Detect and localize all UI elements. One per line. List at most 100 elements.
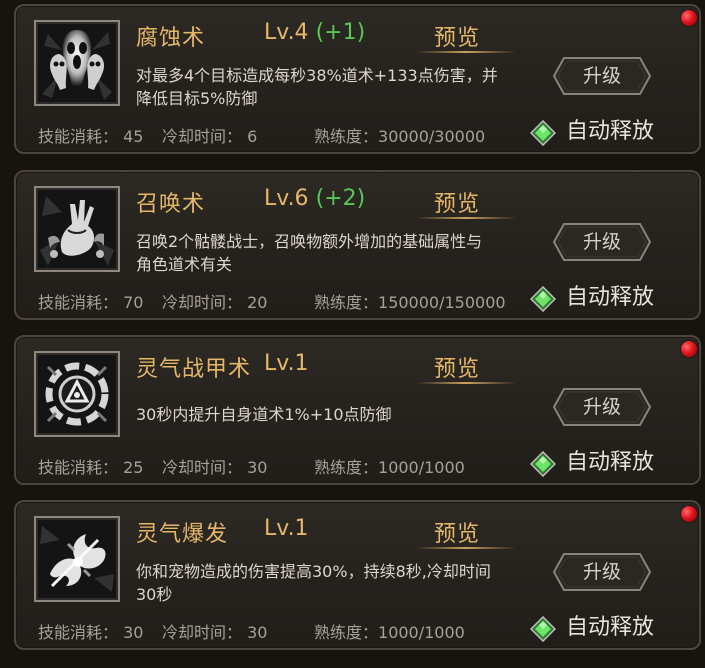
auto-release-label: 自动释放 [566, 450, 655, 475]
preview-link[interactable]: 预览 [434, 516, 480, 548]
upgrade-button-label: 升级 [582, 396, 621, 418]
skill-cooldown-label: 冷却时间： [162, 127, 243, 146]
skill-mastery-label: 熟练度： [314, 293, 379, 312]
skill-level-bonus: (+1) [315, 20, 366, 45]
upgrade-button[interactable]: 升级 [552, 222, 652, 262]
preview-link[interactable]: 预览 [434, 186, 480, 218]
upgrade-button[interactable]: 升级 [552, 552, 652, 592]
preview-link[interactable]: 预览 [434, 20, 480, 52]
upgrade-button[interactable]: 升级 [552, 387, 652, 427]
auto-release-label: 自动释放 [566, 285, 655, 310]
skill-mastery-label: 熟练度： [314, 623, 379, 642]
skill-description-line: 30秒内提升自身道术1%+10点防御 [136, 405, 392, 424]
skill-cost-value: 45 [123, 127, 144, 146]
notice-dot [681, 10, 697, 26]
skill-cooldown-value: 30 [247, 623, 268, 642]
skill-cost-label: 技能消耗： [38, 623, 119, 642]
preview-underline [416, 547, 516, 549]
upgrade-button-label: 升级 [582, 561, 621, 583]
green-gem-checkbox-icon [530, 120, 556, 146]
skill-cooldown: 冷却时间： 20 [162, 289, 267, 313]
skill-icon-frame[interactable] [34, 20, 120, 106]
notice-dot [681, 341, 697, 357]
skill-card: 腐蚀术 Lv.4 (+1) 预览 对最多4个目标造成每秒38%道术+133点伤害… [14, 4, 701, 154]
skill-description: 对最多4个目标造成每秒38%道术+133点伤害，并 降低目标5%防御 [136, 64, 526, 110]
skill-cooldown-value: 6 [247, 127, 258, 146]
preview-link[interactable]: 预览 [434, 351, 480, 383]
skill-card: 灵气战甲术 Lv.1 预览 30秒内提升自身道术1%+10点防御 技能消耗： 2… [14, 335, 701, 485]
green-gem-checkbox-icon [530, 616, 556, 642]
skill-mastery: 熟练度：30000/30000 [314, 123, 485, 147]
skill-card: 召唤术 Lv.6 (+2) 预览 召唤2个骷髅战士，召唤物额外增加的基础属性与 … [14, 170, 701, 320]
skill-level-value: Lv.1 [264, 516, 309, 541]
skill-icon-frame[interactable] [34, 186, 120, 272]
skill-cooldown-value: 30 [247, 458, 268, 477]
skill-cost: 技能消耗： 25 [38, 454, 143, 478]
skill-cost-value: 30 [123, 623, 144, 642]
skill-mastery-label: 熟练度： [314, 458, 379, 477]
skill-mastery-value: 150000/150000 [378, 293, 506, 312]
skill-name: 灵气战甲术 [136, 357, 252, 382]
notice-dot [681, 506, 697, 522]
skill-cost: 技能消耗： 30 [38, 619, 143, 643]
skill-level: Lv.4 (+1) [264, 20, 365, 45]
summon-claw-icon [38, 190, 116, 268]
skill-cost-value: 25 [123, 458, 144, 477]
skill-icon-frame[interactable] [34, 351, 120, 437]
skill-level-bonus: (+2) [315, 186, 366, 211]
ghost-skulls-icon [38, 24, 116, 102]
skill-mastery-label: 熟练度： [314, 127, 379, 146]
upgrade-button-label: 升级 [582, 65, 621, 87]
skill-level-value: Lv.4 [264, 20, 309, 45]
skill-name: 腐蚀术 [136, 26, 206, 51]
skill-cooldown-value: 20 [247, 293, 268, 312]
skill-level: Lv.1 [264, 351, 309, 376]
skill-cost: 技能消耗： 45 [38, 123, 143, 147]
skill-mastery-value: 1000/1000 [378, 458, 465, 477]
preview-underline [416, 382, 516, 384]
upgrade-button-label: 升级 [582, 231, 621, 253]
skill-description: 你和宠物造成的伤害提高30%，持续8秒,冷却时间 30秒 [136, 560, 526, 606]
skill-cooldown: 冷却时间： 30 [162, 619, 267, 643]
auto-release-label: 自动释放 [566, 615, 655, 640]
skill-cooldown-label: 冷却时间： [162, 623, 243, 642]
skill-description-line: 对最多4个目标造成每秒38%道术+133点伤害，并 [136, 66, 498, 85]
spirit-burst-icon [38, 520, 116, 598]
skill-list: 腐蚀术 Lv.4 (+1) 预览 对最多4个目标造成每秒38%道术+133点伤害… [0, 0, 705, 668]
skill-cost-label: 技能消耗： [38, 458, 119, 477]
skill-cooldown-label: 冷却时间： [162, 458, 243, 477]
skill-description: 30秒内提升自身道术1%+10点防御 [136, 403, 526, 426]
skill-cooldown: 冷却时间： 30 [162, 454, 267, 478]
skill-level: Lv.1 [264, 516, 309, 541]
skill-name: 灵气爆发 [136, 522, 229, 547]
skill-mastery: 熟练度：150000/150000 [314, 289, 506, 313]
upgrade-button[interactable]: 升级 [552, 56, 652, 96]
skill-cost: 技能消耗： 70 [38, 289, 143, 313]
skill-mastery: 熟练度：1000/1000 [314, 619, 465, 643]
skill-description-line: 你和宠物造成的伤害提高30%，持续8秒,冷却时间 [136, 562, 491, 581]
skill-description: 召唤2个骷髅战士，召唤物额外增加的基础属性与 角色道术有关 [136, 230, 526, 276]
skill-cost-label: 技能消耗： [38, 127, 119, 146]
skill-cooldown: 冷却时间： 6 [162, 123, 257, 147]
green-gem-checkbox-icon [530, 286, 556, 312]
skill-icon-frame[interactable] [34, 516, 120, 602]
skill-level-value: Lv.1 [264, 351, 309, 376]
skill-cooldown-label: 冷却时间： [162, 293, 243, 312]
skill-mastery-value: 1000/1000 [378, 623, 465, 642]
skill-level: Lv.6 (+2) [264, 186, 365, 211]
skill-mastery-value: 30000/30000 [378, 127, 486, 146]
skill-description-line: 召唤2个骷髅战士，召唤物额外增加的基础属性与 [136, 232, 483, 251]
skill-description-line: 角色道术有关 [136, 255, 233, 274]
preview-underline [416, 217, 516, 219]
skill-level-value: Lv.6 [264, 186, 309, 211]
skill-cost-value: 70 [123, 293, 144, 312]
skill-card: 灵气爆发 Lv.1 预览 你和宠物造成的伤害提高30%，持续8秒,冷却时间 30… [14, 500, 701, 650]
skill-description-line: 降低目标5%防御 [136, 89, 258, 108]
preview-underline [416, 51, 516, 53]
skill-description-line: 30秒 [136, 585, 173, 604]
skill-name: 召唤术 [136, 192, 206, 217]
green-gem-checkbox-icon [530, 451, 556, 477]
auto-release-label: 自动释放 [566, 119, 655, 144]
spirit-armor-icon [38, 355, 116, 433]
skill-cost-label: 技能消耗： [38, 293, 119, 312]
